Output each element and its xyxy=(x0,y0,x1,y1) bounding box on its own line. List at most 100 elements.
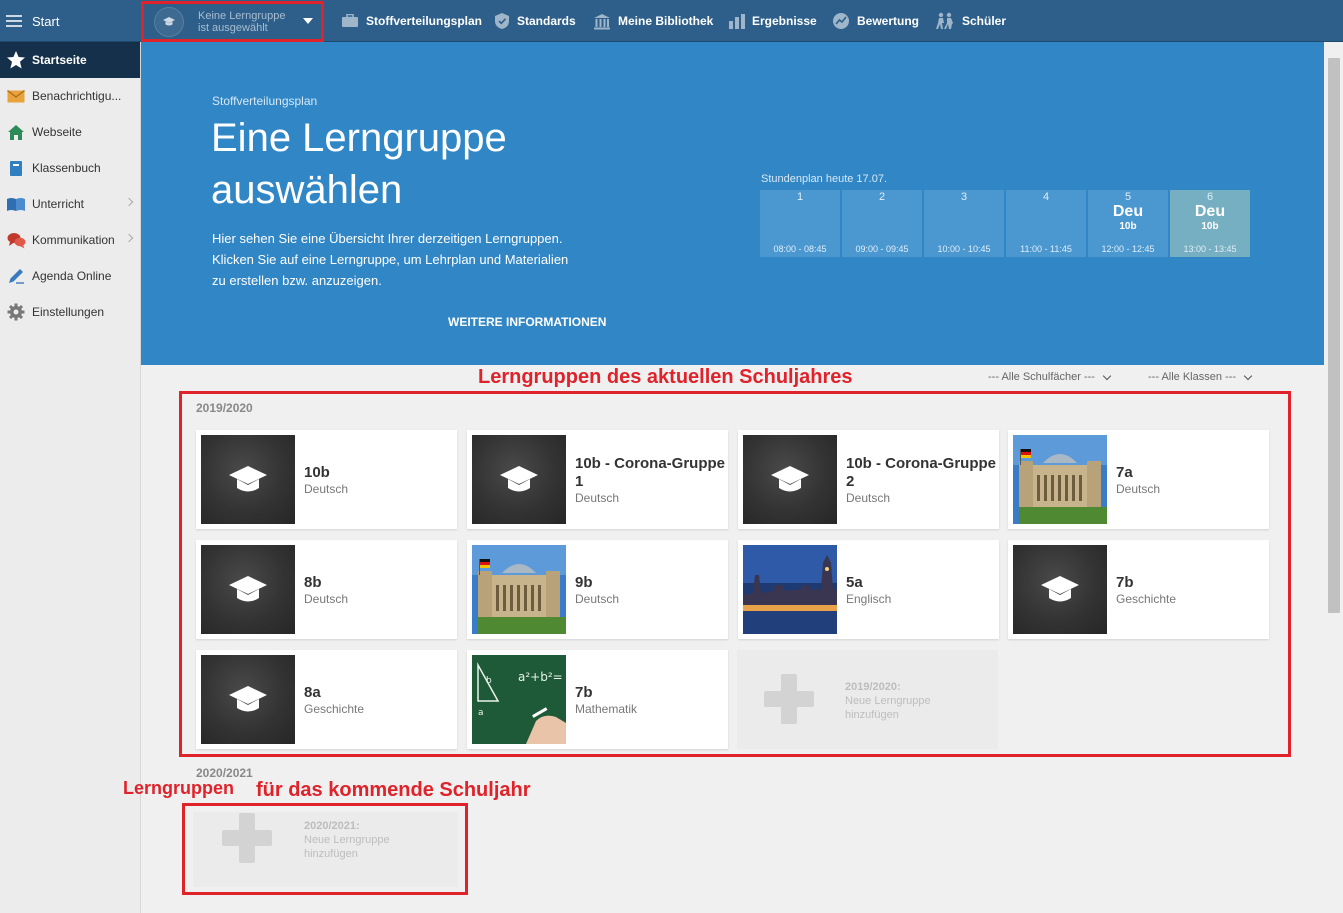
sidebar-item-startseite[interactable]: Startseite xyxy=(0,42,140,78)
page-title-line1: Eine Lerngruppe xyxy=(211,116,507,160)
nav-label: Stoffverteilungsplan xyxy=(366,14,483,28)
hero-desc-line: zu erstellen bzw. anzuzeigen. xyxy=(212,273,382,288)
learning-group-selector[interactable]: Keine Lerngruppe ist ausgewählt xyxy=(141,1,324,42)
timetable-title: Stundenplan heute 17.07. xyxy=(761,173,888,185)
start-menu[interactable]: Start xyxy=(0,0,140,42)
slot-subject: Deu xyxy=(1112,203,1144,220)
learning-group-card[interactable]: 8b Deutsch xyxy=(196,540,457,639)
library-icon xyxy=(593,13,611,30)
add-group-line: hinzufügen xyxy=(845,709,899,721)
learning-group-text: 10b - Corona-Gruppe 1 Deutsch xyxy=(575,455,725,505)
learning-group-name: 10b xyxy=(304,464,330,481)
nav-bewertung[interactable]: Bewertung xyxy=(832,0,919,42)
learning-group-image xyxy=(201,545,295,634)
learning-group-card[interactable]: b a²+b²= a 7b Mathematik xyxy=(467,650,728,749)
learning-group-card[interactable]: 10b Deutsch xyxy=(196,430,457,529)
scrollbar-thumb[interactable] xyxy=(1328,58,1340,613)
hamburger-icon[interactable] xyxy=(6,15,22,27)
learning-group-text: 7b Geschichte xyxy=(1116,574,1266,606)
book-icon xyxy=(6,158,26,178)
subject-filter-select[interactable]: --- Alle Schulfächer --- xyxy=(988,371,1112,383)
sidebar-item-einstellungen[interactable]: Einstellungen xyxy=(0,294,140,330)
add-group-year: 2020/2021: xyxy=(304,820,360,832)
add-learning-group-current[interactable]: 2019/2020: Neue Lerngruppe hinzufügen xyxy=(737,650,998,749)
timetable-slot[interactable]: 3 10:00 - 10:45 xyxy=(924,190,1004,257)
learning-group-image xyxy=(472,435,566,524)
sidebar-item-label: Benachrichtigu... xyxy=(32,89,122,103)
learning-group-name: 10b - Corona-Gruppe 2 xyxy=(846,455,997,490)
learning-group-subject: Deutsch xyxy=(304,482,349,496)
learning-group-name: 8a xyxy=(304,684,321,701)
timetable-slot[interactable]: 5 Deu 10b 12:00 - 12:45 xyxy=(1088,190,1168,257)
briefcase-icon xyxy=(341,14,359,28)
learning-group-subject: Deutsch xyxy=(1116,482,1161,496)
slot-class: 10b xyxy=(1201,221,1219,232)
learning-group-image xyxy=(201,435,295,524)
nav-label: Bewertung xyxy=(857,14,920,28)
group-selector-line2: ist ausgewählt xyxy=(198,21,268,34)
sidebar-item-label: Einstellungen xyxy=(32,305,105,319)
chevron-right-icon xyxy=(124,197,134,207)
learning-group-card[interactable]: 9b Deutsch xyxy=(467,540,728,639)
sidebar-item-klassenbuch[interactable]: Klassenbuch xyxy=(0,150,140,186)
timetable-slot[interactable]: 2 09:00 - 09:45 xyxy=(842,190,922,257)
envelope-icon xyxy=(6,86,26,106)
sidebar-item-benachrichtigungen[interactable]: Benachrichtigu... xyxy=(0,78,140,114)
learning-group-subject: Geschichte xyxy=(304,702,365,716)
learning-group-subject: Geschichte xyxy=(1116,592,1177,606)
learning-group-image xyxy=(1013,435,1107,524)
plus-icon-bar xyxy=(764,691,814,707)
learning-group-subject: Deutsch xyxy=(846,491,891,505)
slot-time: 10:00 - 10:45 xyxy=(937,244,991,254)
svg-text:a²+b²=: a²+b²= xyxy=(518,670,563,684)
sidebar-item-agenda-online[interactable]: Agenda Online xyxy=(0,258,140,294)
hero-description: Hier sehen Sie eine Übersicht Ihrer derz… xyxy=(212,228,612,291)
learning-group-card[interactable]: 7a Deutsch xyxy=(1008,430,1269,529)
sidebar-item-kommunikation[interactable]: Kommunikation xyxy=(0,222,140,258)
sidebar-item-label: Agenda Online xyxy=(32,269,112,283)
timetable-slot[interactable]: 4 11:00 - 11:45 xyxy=(1006,190,1086,257)
learning-group-image xyxy=(472,545,566,634)
star-icon xyxy=(6,50,26,70)
sidebar-item-label: Webseite xyxy=(32,125,82,139)
sidebar-item-webseite[interactable]: Webseite xyxy=(0,114,140,150)
learning-group-text: 9b Deutsch xyxy=(575,574,725,606)
class-filter-select[interactable]: --- Alle Klassen --- xyxy=(1148,371,1253,383)
hero-banner: Stoffverteilungsplan Eine Lerngruppe aus… xyxy=(141,42,1324,365)
add-learning-group-next[interactable]: 2020/2021: Neue Lerngruppe hinzufügen xyxy=(193,812,458,887)
group-selector-line1: Keine Lerngruppe xyxy=(198,9,286,22)
learning-group-card[interactable]: 7b Geschichte xyxy=(1008,540,1269,639)
learning-group-text: 7b Mathematik xyxy=(575,684,725,716)
learning-group-image xyxy=(743,545,837,634)
learning-group-card[interactable]: 10b - Corona-Gruppe 1 Deutsch xyxy=(467,430,728,529)
sidebar-item-unterricht[interactable]: Unterricht xyxy=(0,186,140,222)
learning-group-text: 8b Deutsch xyxy=(304,574,454,606)
learning-group-text: 5a Englisch xyxy=(846,574,996,606)
slot-number: 3 xyxy=(960,191,968,203)
more-info-link[interactable]: WEITERE INFORMATIONEN xyxy=(448,315,606,329)
home-icon xyxy=(6,122,26,142)
add-group-line: Neue Lerngruppe xyxy=(304,834,390,846)
nav-schueler[interactable]: Schüler xyxy=(935,0,1006,42)
learning-group-text: 8a Geschichte xyxy=(304,684,454,716)
caret-down-icon[interactable] xyxy=(303,18,313,24)
learning-group-image: b a²+b²= a xyxy=(472,655,566,744)
timetable-slot-current[interactable]: 6 Deu 10b 13:00 - 13:45 xyxy=(1170,190,1250,257)
learning-group-card[interactable]: 8a Geschichte xyxy=(196,650,457,749)
students-icon xyxy=(935,12,955,30)
learning-group-subject: Deutsch xyxy=(304,592,349,606)
pen-icon xyxy=(6,266,26,286)
learning-group-card[interactable]: 10b - Corona-Gruppe 2 Deutsch xyxy=(738,430,999,529)
timetable-slot[interactable]: 1 08:00 - 08:45 xyxy=(760,190,840,257)
nav-label: Ergebnisse xyxy=(752,14,817,28)
hero-desc-line: Hier sehen Sie eine Übersicht Ihrer derz… xyxy=(212,231,563,246)
nav-stoffverteilungsplan[interactable]: Stoffverteilungsplan xyxy=(341,0,482,42)
learning-group-name: 8b xyxy=(304,574,322,591)
nav-meine-bibliothek[interactable]: Meine Bibliothek xyxy=(593,0,713,42)
learning-group-card[interactable]: 5a Englisch xyxy=(738,540,999,639)
nav-label: Schüler xyxy=(962,14,1007,28)
nav-standards[interactable]: Standards xyxy=(494,0,576,42)
chat-icon xyxy=(6,230,26,250)
nav-ergebnisse[interactable]: Ergebnisse xyxy=(728,0,817,42)
annotation-next-year-b: für das kommende Schuljahr xyxy=(256,779,531,801)
